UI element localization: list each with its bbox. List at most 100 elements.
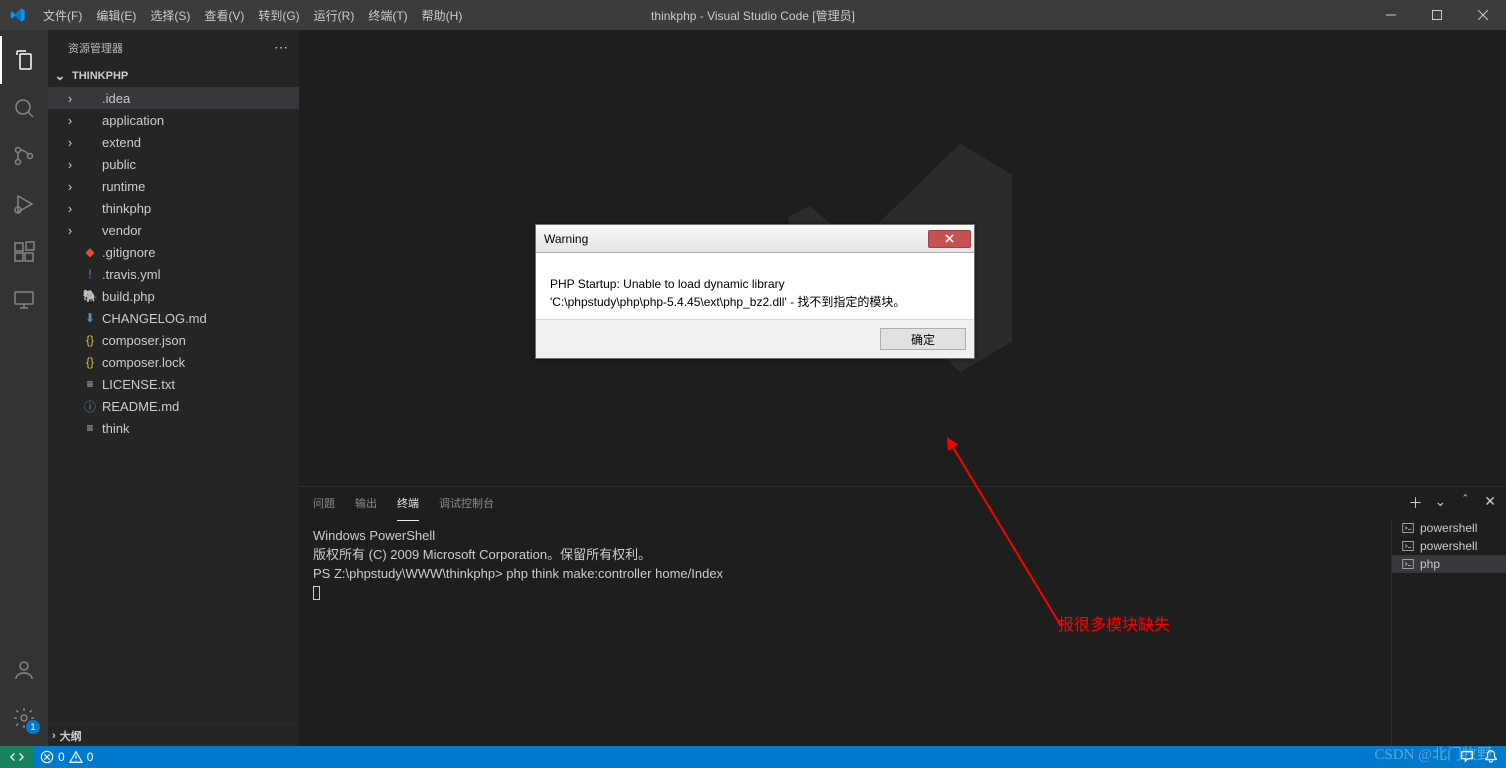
minimize-button[interactable] — [1368, 0, 1414, 30]
activity-bar: 1 — [0, 30, 48, 746]
json-icon: {} — [82, 354, 98, 370]
txt-icon: ≡ — [82, 376, 98, 392]
terminal-output[interactable]: Windows PowerShell版权所有 (C) 2009 Microsof… — [299, 519, 1391, 746]
menu-bar: 文件(F) 编辑(E) 选择(S) 查看(V) 转到(G) 运行(R) 终端(T… — [35, 3, 468, 28]
outline-section-header[interactable]: › 大纲 — [48, 724, 299, 746]
project-section-header[interactable]: ⌄ THINKPHP — [48, 65, 299, 87]
txt-icon: ≡ — [82, 420, 98, 436]
terminal-sessions: powershell powershell php — [1391, 519, 1506, 746]
folder-item[interactable]: ›thinkphp — [48, 197, 299, 219]
menu-terminal[interactable]: 终端(T) — [362, 3, 413, 28]
menu-file[interactable]: 文件(F) — [37, 3, 88, 28]
close-panel-icon[interactable]: ✕ — [1484, 493, 1496, 513]
tree-item-label: vendor — [102, 223, 142, 238]
file-item[interactable]: 🐘build.php — [48, 285, 299, 307]
panel-tabs: 问题 输出 终端 调试控制台 ＋ ⌄ ＾ ✕ — [299, 487, 1506, 519]
chevron-right-icon: › — [62, 157, 78, 172]
dialog-titlebar[interactable]: Warning — [536, 225, 974, 253]
status-bar: 0 0 — [0, 746, 1506, 768]
split-terminal-icon[interactable]: ⌄ — [1435, 493, 1447, 513]
menu-view[interactable]: 查看(V) — [198, 3, 250, 28]
tree-item-label: composer.lock — [102, 355, 185, 370]
menu-help[interactable]: 帮助(H) — [416, 3, 469, 28]
chevron-down-icon: ⌄ — [52, 68, 68, 84]
tab-output[interactable]: 输出 — [355, 491, 377, 515]
tree-item-label: build.php — [102, 289, 155, 304]
file-item[interactable]: ⓘREADME.md — [48, 395, 299, 417]
file-tree: › .idea › application ›extend › public ›runtime… — [48, 87, 299, 724]
project-name: THINKPHP — [72, 70, 128, 82]
explorer-more-icon[interactable]: ⋯ — [274, 39, 289, 56]
explorer-icon[interactable] — [0, 36, 48, 84]
file-item[interactable]: {}composer.json — [48, 329, 299, 351]
tab-debug-console[interactable]: 调试控制台 — [439, 491, 494, 515]
terminal-session-powershell[interactable]: powershell — [1392, 519, 1506, 537]
tree-item-label: .idea — [102, 91, 130, 106]
folder-item[interactable]: › .idea — [48, 87, 299, 109]
tree-item-label: LICENSE.txt — [102, 377, 175, 392]
accounts-icon[interactable] — [0, 646, 48, 694]
tree-item-label: thinkphp — [102, 201, 151, 216]
folder-icon — [82, 112, 98, 128]
file-item[interactable]: ≡ LICENSE.txt — [48, 373, 299, 395]
dialog-title: Warning — [544, 232, 588, 246]
outline-label: 大纲 — [60, 728, 82, 744]
file-item[interactable]: ! .travis.yml — [48, 263, 299, 285]
search-icon[interactable] — [0, 84, 48, 132]
close-window-button[interactable] — [1460, 0, 1506, 30]
explorer-header: 资源管理器 ⋯ — [48, 30, 299, 65]
tree-item-label: .travis.yml — [102, 267, 161, 282]
bottom-panel: 问题 输出 终端 调试控制台 ＋ ⌄ ＾ ✕ Windows PowerShel… — [299, 486, 1506, 746]
settings-gear-icon[interactable]: 1 — [0, 694, 48, 742]
source-control-icon[interactable] — [0, 132, 48, 180]
folder-item[interactable]: ›runtime — [48, 175, 299, 197]
explorer-title: 资源管理器 — [68, 40, 123, 56]
terminal-session-powershell[interactable]: powershell — [1392, 537, 1506, 555]
tree-item-label: public — [102, 157, 136, 172]
remote-explorer-icon[interactable] — [0, 276, 48, 324]
tree-item-label: application — [102, 113, 164, 128]
file-item[interactable]: ≡ think — [48, 417, 299, 439]
dialog-line-1: PHP Startup: Unable to load dynamic libr… — [550, 275, 960, 293]
menu-run[interactable]: 运行(R) — [308, 3, 361, 28]
menu-go[interactable]: 转到(G) — [252, 3, 305, 28]
menu-selection[interactable]: 选择(S) — [144, 3, 196, 28]
run-debug-icon[interactable] — [0, 180, 48, 228]
folder-icon — [82, 134, 98, 150]
yml-icon: ! — [82, 266, 98, 282]
menu-edit[interactable]: 编辑(E) — [90, 3, 142, 28]
tab-problems[interactable]: 问题 — [313, 491, 335, 515]
window-title: thinkphp - Visual Studio Code [管理员] — [651, 7, 855, 24]
folder-icon — [82, 222, 98, 238]
folder-item[interactable]: › vendor — [48, 219, 299, 241]
status-problems[interactable]: 0 0 — [34, 750, 99, 764]
remote-indicator[interactable] — [0, 746, 34, 768]
tab-terminal[interactable]: 终端 — [397, 491, 419, 515]
extensions-icon[interactable] — [0, 228, 48, 276]
maximize-panel-icon[interactable]: ＾ — [1458, 493, 1472, 513]
file-item[interactable]: ◆.gitignore — [48, 241, 299, 263]
folder-icon — [82, 200, 98, 216]
file-item[interactable]: {} composer.lock — [48, 351, 299, 373]
explorer-sidebar: 资源管理器 ⋯ ⌄ THINKPHP › .idea › application ›ex… — [48, 30, 299, 746]
chevron-right-icon: › — [62, 223, 78, 238]
chevron-right-icon: › — [62, 91, 78, 106]
file-item[interactable]: ⬇CHANGELOG.md — [48, 307, 299, 329]
editor-area: 问题 输出 终端 调试控制台 ＋ ⌄ ＾ ✕ Windows PowerShel… — [299, 30, 1506, 746]
dialog-ok-button[interactable]: 确定 — [880, 328, 966, 350]
tree-item-label: .gitignore — [102, 245, 155, 260]
terminal-session-php[interactable]: php — [1392, 555, 1506, 573]
chevron-right-icon: › — [52, 730, 56, 742]
chevron-right-icon: › — [62, 113, 78, 128]
folder-item[interactable]: › public — [48, 153, 299, 175]
folder-item[interactable]: › application — [48, 109, 299, 131]
maximize-button[interactable] — [1414, 0, 1460, 30]
new-terminal-icon[interactable]: ＋ — [1409, 493, 1423, 513]
warnings-count: 0 — [87, 750, 94, 764]
folder-item[interactable]: ›extend — [48, 131, 299, 153]
window-controls — [1368, 0, 1506, 30]
folder-icon — [82, 156, 98, 172]
dialog-close-button[interactable] — [928, 230, 971, 248]
chevron-right-icon: › — [62, 179, 78, 194]
tree-item-label: think — [102, 421, 129, 436]
